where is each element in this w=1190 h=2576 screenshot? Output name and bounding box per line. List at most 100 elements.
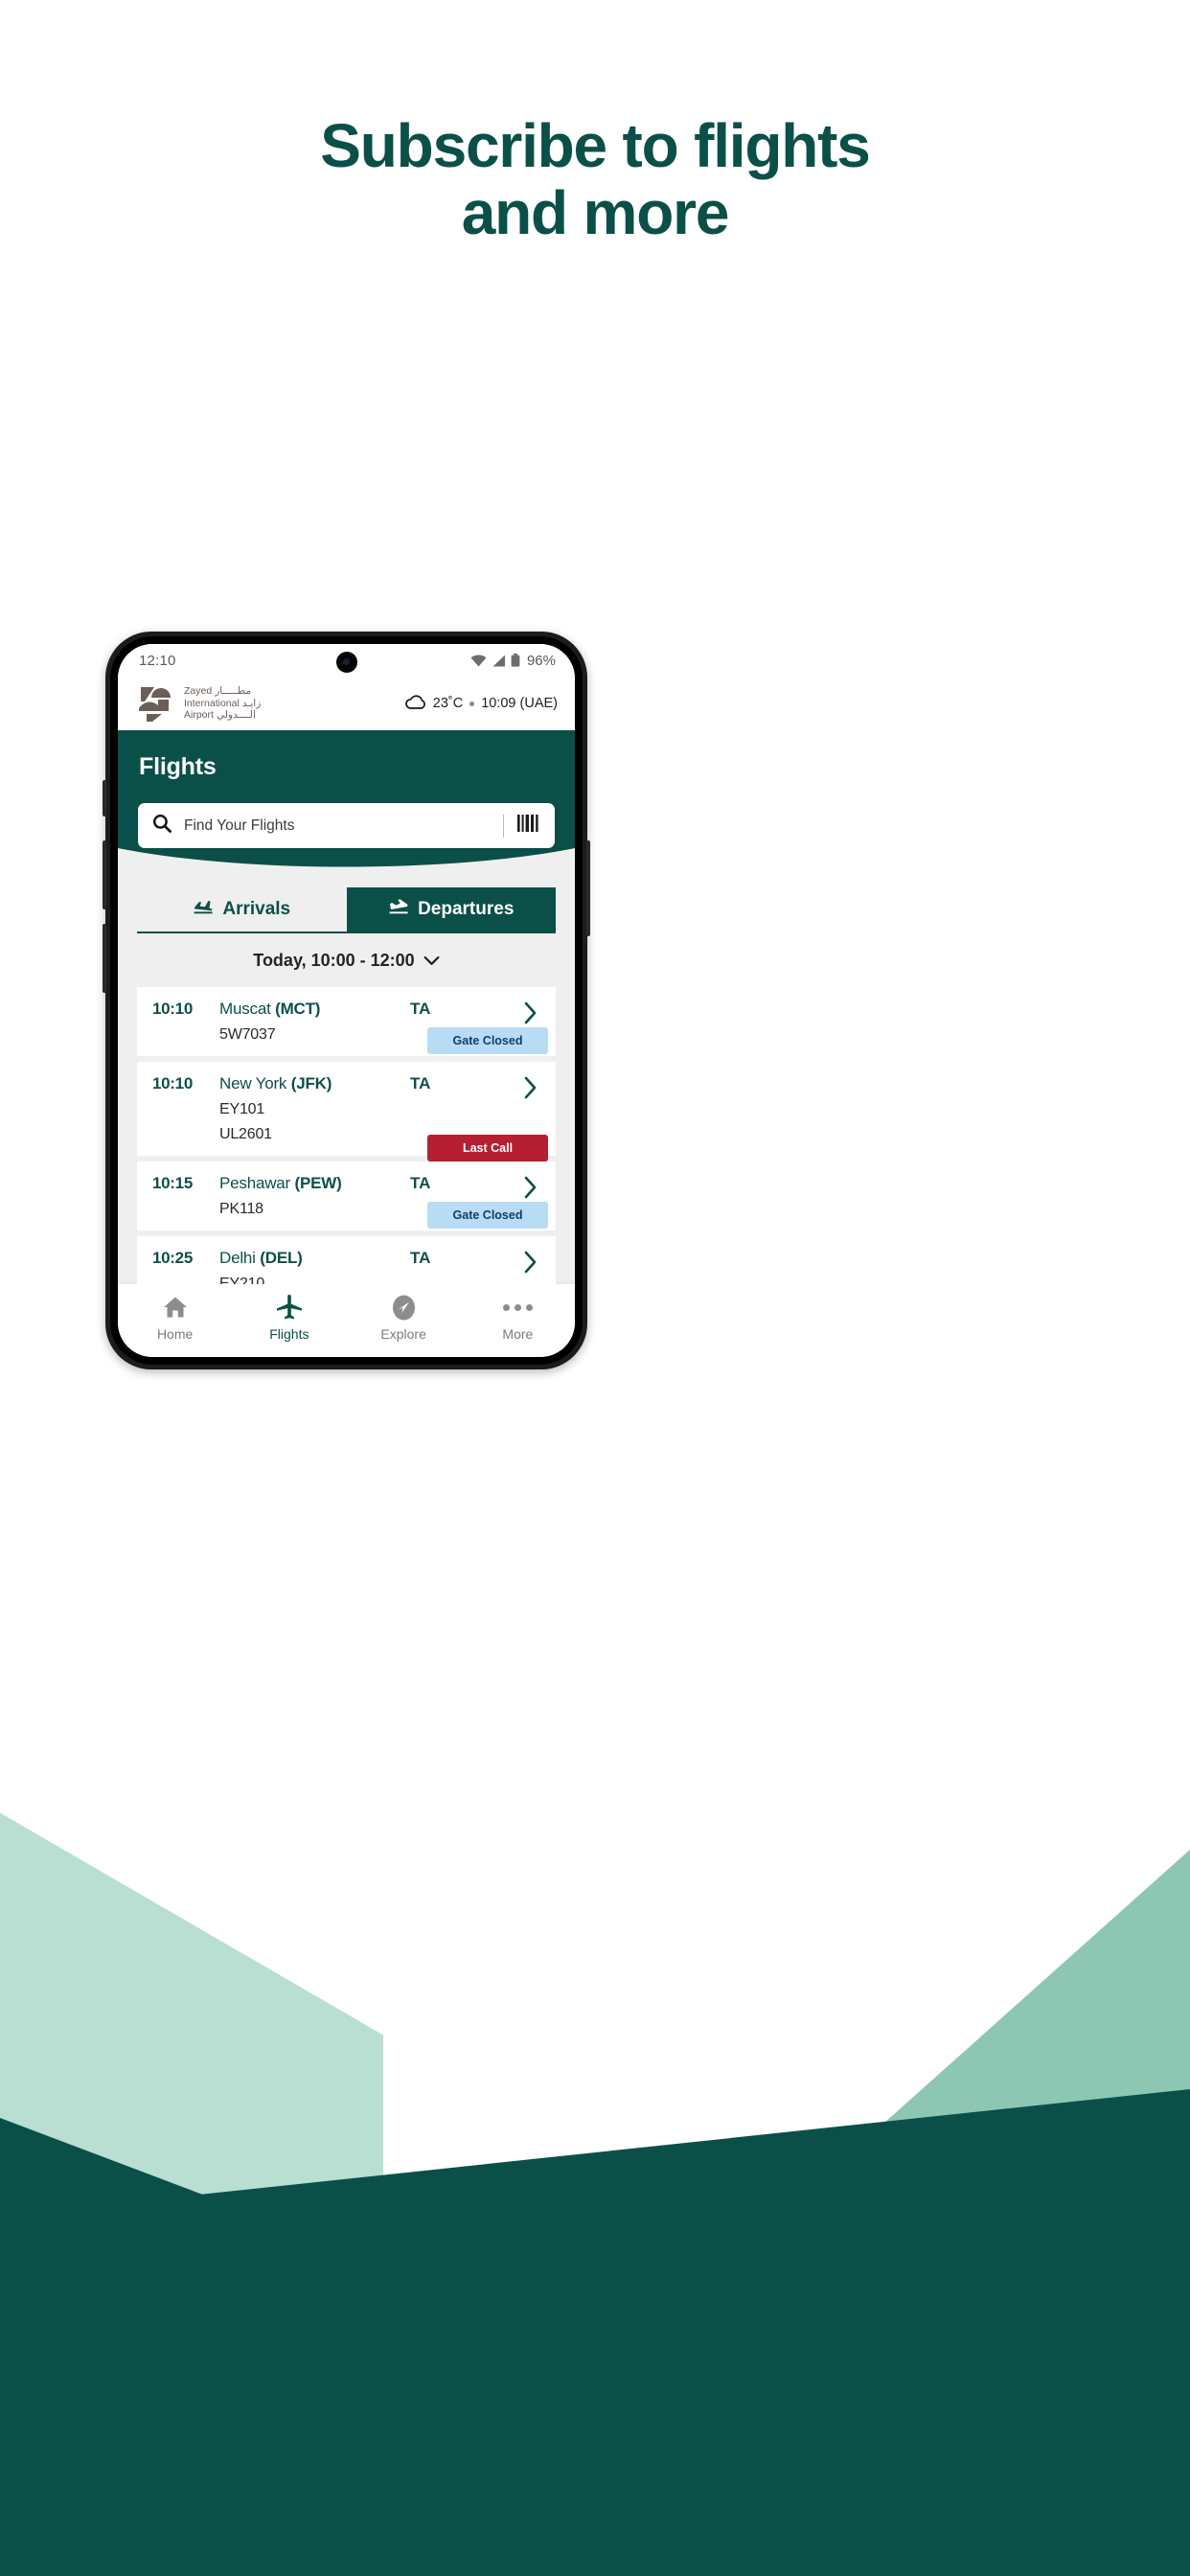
nav-item-home[interactable]: Home bbox=[118, 1294, 232, 1342]
nav-item-explore-label: Explore bbox=[380, 1326, 426, 1342]
destination-code: (MCT) bbox=[275, 1000, 321, 1018]
table-row[interactable]: 10:10 New York (JFK) EY101 UL2601 TA Las… bbox=[137, 1062, 556, 1162]
page-headline: Subscribe to flights and more bbox=[0, 111, 1190, 247]
table-row[interactable]: 10:25 Delhi (DEL) EY210 AF3969 TA bbox=[137, 1236, 556, 1284]
phone-power-button bbox=[586, 840, 590, 936]
page-title: Flights bbox=[139, 753, 217, 780]
wifi-icon bbox=[470, 654, 487, 667]
phone-volume-down-button bbox=[103, 924, 106, 993]
brand-line2-en: International bbox=[184, 697, 240, 709]
status-bar: 12:10 96% bbox=[118, 644, 575, 677]
app-brand-bar: Zayed مطـــــار International زايـد Airpor… bbox=[118, 677, 575, 730]
home-icon bbox=[163, 1294, 188, 1321]
chevron-right-icon[interactable] bbox=[523, 1249, 556, 1284]
airplane-icon bbox=[276, 1294, 303, 1321]
flight-time: 10:10 bbox=[152, 1000, 193, 1018]
destination-code: (DEL) bbox=[260, 1249, 303, 1267]
search-divider bbox=[503, 814, 504, 838]
airport-name-text: Zayed مطـــــار International زايـد Airpor… bbox=[184, 685, 261, 722]
weather-time-block[interactable]: 23˚C 10:09 (UAE) bbox=[405, 694, 558, 713]
tab-departures[interactable]: Departures bbox=[346, 887, 556, 933]
ellipsis-icon bbox=[502, 1294, 533, 1321]
brand-line1-ar: مطـــــار bbox=[215, 684, 252, 697]
flight-destination-block: Peshawar (PEW) PK118 bbox=[219, 1174, 410, 1218]
flight-direction-tabs: Arrivals Departures bbox=[137, 887, 556, 933]
headline-line-1: Subscribe to flights bbox=[320, 111, 871, 180]
flight-terminal: TA bbox=[410, 1074, 431, 1092]
flight-number: 5W7037 bbox=[219, 1026, 276, 1043]
table-row[interactable]: 10:15 Peshawar (PEW) PK118 TA Gate Close… bbox=[137, 1162, 556, 1230]
brand-line1-en: Zayed bbox=[184, 684, 213, 697]
phone-side-button-top bbox=[103, 780, 106, 816]
flight-destination: Peshawar (PEW) bbox=[219, 1174, 410, 1193]
chevron-down-icon[interactable] bbox=[423, 951, 440, 971]
flight-number: EY210 bbox=[219, 1276, 265, 1284]
search-icon bbox=[152, 814, 172, 838]
destination-code: (JFK) bbox=[290, 1074, 332, 1092]
battery-percentage: 96% bbox=[526, 652, 556, 669]
table-row[interactable]: 10:10 Muscat (MCT) 5W7037 TA Gate Closed bbox=[137, 987, 556, 1056]
flight-destination-block: Delhi (DEL) EY210 AF3969 bbox=[219, 1249, 410, 1284]
flight-destination-block: New York (JFK) EY101 UL2601 bbox=[219, 1074, 410, 1143]
nav-item-home-label: Home bbox=[156, 1326, 194, 1342]
tab-arrivals-label: Arrivals bbox=[222, 899, 291, 919]
date-range-label: Today, 10:00 - 12:00 bbox=[253, 950, 415, 970]
search-input[interactable]: Find Your Flights bbox=[184, 817, 503, 835]
battery-icon bbox=[511, 654, 520, 667]
flight-number: PK118 bbox=[219, 1201, 263, 1217]
flight-search-bar[interactable]: Find Your Flights bbox=[138, 803, 555, 848]
compass-icon bbox=[391, 1294, 417, 1321]
status-badge: Gate Closed bbox=[427, 1202, 548, 1229]
nav-item-flights-label: Flights bbox=[269, 1326, 309, 1342]
phone-screen: 12:10 96% Zayed مطـــــار International … bbox=[118, 644, 575, 1357]
flight-terminal: TA bbox=[410, 1249, 431, 1267]
local-time-value: 10:09 (UAE) bbox=[481, 696, 558, 711]
bottom-navigation-bar: Home Flights Explore More bbox=[118, 1284, 575, 1357]
cellular-signal-icon bbox=[492, 655, 506, 667]
tab-departures-label: Departures bbox=[418, 899, 515, 919]
barcode-icon[interactable] bbox=[516, 813, 541, 839]
temperature-value: 23˚C bbox=[432, 696, 464, 711]
plane-departure-icon bbox=[388, 899, 409, 920]
destination-code: (PEW) bbox=[294, 1174, 342, 1192]
flight-time: 10:15 bbox=[152, 1174, 193, 1192]
destination-city: Delhi bbox=[219, 1249, 256, 1267]
flights-hero-header: Flights Find Your Flights bbox=[118, 730, 575, 873]
brand-line3-ar: الــــدولي bbox=[216, 709, 256, 722]
flight-destination: New York (JFK) bbox=[219, 1074, 410, 1093]
flight-destination: Delhi (DEL) bbox=[219, 1249, 410, 1268]
status-badge: Last Call bbox=[427, 1135, 548, 1162]
status-badge: Gate Closed bbox=[427, 1027, 548, 1054]
nav-item-more[interactable]: More bbox=[461, 1294, 575, 1342]
cloud-icon bbox=[405, 694, 426, 713]
chevron-right-icon[interactable] bbox=[523, 1074, 556, 1143]
flight-list[interactable]: 10:10 Muscat (MCT) 5W7037 TA Gate Closed… bbox=[118, 987, 575, 1284]
hero-bottom-curve bbox=[118, 848, 575, 873]
destination-city: Peshawar bbox=[219, 1174, 290, 1192]
nav-item-explore[interactable]: Explore bbox=[347, 1294, 461, 1342]
flight-number: UL2601 bbox=[219, 1126, 272, 1142]
tab-arrivals[interactable]: Arrivals bbox=[137, 887, 347, 933]
plane-arrival-icon bbox=[193, 899, 214, 920]
front-camera-punchhole bbox=[335, 652, 357, 673]
nav-item-flights[interactable]: Flights bbox=[232, 1294, 346, 1342]
flight-destination-block: Muscat (MCT) 5W7037 bbox=[219, 1000, 410, 1044]
flight-destination: Muscat (MCT) bbox=[219, 1000, 410, 1019]
flight-time: 10:25 bbox=[152, 1249, 193, 1267]
separator-dot-icon bbox=[469, 701, 475, 706]
destination-city: New York bbox=[219, 1074, 287, 1092]
status-bar-time: 12:10 bbox=[139, 652, 176, 669]
phone-mockup: 12:10 96% Zayed مطـــــار International … bbox=[103, 632, 590, 1369]
date-range-filter[interactable]: Today, 10:00 - 12:00 bbox=[118, 933, 575, 987]
nav-item-more-label: More bbox=[502, 1326, 534, 1342]
flights-content: Arrivals Departures Today, 10:00 - 12:00… bbox=[118, 872, 575, 1284]
flight-time: 10:10 bbox=[152, 1074, 193, 1092]
airport-logo-block[interactable]: Zayed مطـــــار International زايـد Airpor… bbox=[137, 685, 261, 722]
marketing-page: Subscribe to flights and more 12:10 96% … bbox=[0, 0, 1190, 2576]
brand-line2-ar: زايـد bbox=[241, 697, 262, 709]
destination-city: Muscat bbox=[219, 1000, 271, 1018]
status-bar-indicators: 96% bbox=[470, 653, 556, 669]
brand-line3-en: Airport bbox=[184, 709, 214, 722]
headline-line-2: and more bbox=[461, 177, 730, 247]
flight-number: EY101 bbox=[219, 1101, 265, 1117]
